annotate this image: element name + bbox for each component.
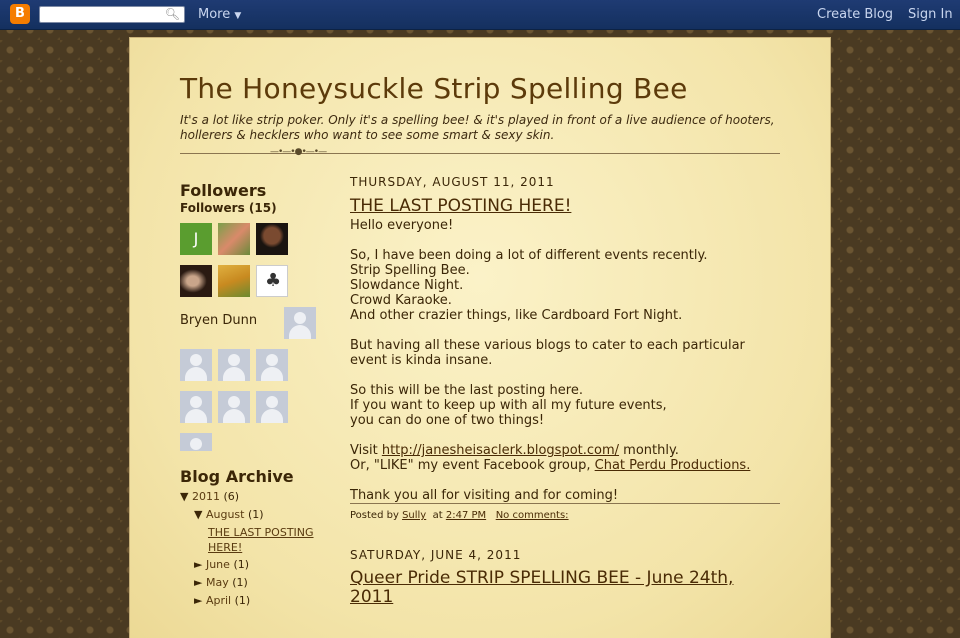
archive-year-count: (6) <box>223 490 240 503</box>
at-label: at <box>432 510 443 521</box>
author-link[interactable]: Sully <box>402 510 426 521</box>
acorn-icon: ♣ <box>265 270 282 291</box>
follower-avatar[interactable] <box>218 223 250 255</box>
follower-avatar[interactable] <box>256 391 288 423</box>
followers-heading: Followers <box>180 181 267 200</box>
follower-avatar[interactable] <box>256 349 288 381</box>
post-visit-line: Visit http://janesheisaclerk.blogspot.co… <box>350 443 780 458</box>
toggle-open-icon[interactable]: ▼ <box>194 508 202 521</box>
post-title-link[interactable]: THE LAST POSTING HERE! <box>350 196 780 216</box>
blog-outer-wrapper: The Honeysuckle Strip Spelling Bee It's … <box>130 38 830 638</box>
follower-broken-image[interactable]: Bryen Dunn <box>180 313 257 328</box>
archive-year-2011[interactable]: ▼ 2011 (6) <box>180 490 239 503</box>
sign-in-link[interactable]: Sign In <box>908 7 953 22</box>
post-text: And other crazier things, like Cardboard… <box>350 308 683 323</box>
post-text: But having all these various blogs to ca… <box>350 338 745 368</box>
follower-avatar[interactable] <box>284 307 316 339</box>
post-time-link[interactable]: 2:47 PM <box>446 510 486 521</box>
archive-month-june[interactable]: ► June (1) <box>194 558 249 571</box>
post-date-header: THURSDAY, AUGUST 11, 2011 <box>350 175 555 189</box>
create-blog-link[interactable]: Create Blog <box>817 7 893 22</box>
toggle-open-icon[interactable]: ▼ <box>180 490 188 503</box>
archive-month-link[interactable]: June <box>206 558 230 571</box>
post-title-link[interactable]: Queer Pride STRIP SPELLING BEE - June 24… <box>350 569 780 607</box>
post-body: Hello everyone! So, I have been doing a … <box>350 218 780 503</box>
external-blog-link[interactable]: http://janesheisaclerk.blogspot.com/ <box>382 443 619 458</box>
sidebar: Followers Followers (15) J ♣ Bryen Dunn … <box>180 181 330 607</box>
archive-month-april[interactable]: ► April (1) <box>194 594 250 607</box>
post-text: Slowdance Night. <box>350 278 464 293</box>
archive-month-count: (1) <box>233 558 250 571</box>
toggle-closed-icon[interactable]: ► <box>194 576 202 589</box>
blog-title[interactable]: The Honeysuckle Strip Spelling Bee <box>180 72 688 105</box>
follower-avatar[interactable] <box>180 349 212 381</box>
post-text: So this will be the last posting here. <box>350 383 583 398</box>
posted-by-label: Posted by <box>350 510 399 521</box>
follower-avatar[interactable]: ♣ <box>256 265 288 297</box>
followers-grid: J ♣ Bryen Dunn <box>180 215 330 475</box>
chevron-down-icon: ▼ <box>234 11 242 21</box>
archive-month-link[interactable]: April <box>206 594 231 607</box>
post-like-line: Or, "LIKE" my event Facebook group, Chat… <box>350 458 780 473</box>
archive-month-count: (1) <box>232 576 248 589</box>
follower-avatar[interactable]: J <box>180 223 212 255</box>
post-text: So, I have been doing a lot of different… <box>350 248 708 263</box>
follower-avatar[interactable] <box>180 433 212 451</box>
post-text: Hello everyone! <box>350 218 454 233</box>
archive-month-august[interactable]: ▼ August (1) <box>194 508 264 521</box>
more-menu-button[interactable]: More ▼ <box>198 7 241 22</box>
archive-month-may[interactable]: ► May (1) <box>194 576 248 589</box>
blog-description: It's a lot like strip poker. Only it's a… <box>180 113 775 142</box>
facebook-group-link[interactable]: Chat Perdu Productions. <box>595 458 751 473</box>
post-text: you can do one of two things! <box>350 413 545 428</box>
post-text: monthly. <box>619 443 679 458</box>
search-input[interactable]: 🔍︎ <box>39 6 185 23</box>
archive-month-link[interactable]: May <box>206 576 229 589</box>
follower-avatar[interactable] <box>218 265 250 297</box>
archive-month-count: (1) <box>247 508 264 521</box>
followers-count: Followers (15) <box>180 201 277 215</box>
post-text: Crowd Karaoke. <box>350 293 452 308</box>
follower-avatar[interactable] <box>180 391 212 423</box>
post-text: Or, "LIKE" my event Facebook group, <box>350 458 595 473</box>
search-icon[interactable]: 🔍︎ <box>165 7 180 22</box>
more-label: More <box>198 7 231 22</box>
archive-year-link[interactable]: 2011 <box>192 490 220 503</box>
follower-avatar[interactable] <box>218 349 250 381</box>
main-posts: THURSDAY, AUGUST 11, 2011 THE LAST POSTI… <box>350 175 780 607</box>
post-text: Visit <box>350 443 382 458</box>
blogger-logo-icon[interactable]: B <box>10 4 30 24</box>
follower-avatar[interactable] <box>218 391 250 423</box>
toggle-closed-icon[interactable]: ► <box>194 594 202 607</box>
post-text: If you want to keep up with all my futur… <box>350 398 667 413</box>
archive-month-count: (1) <box>234 594 251 607</box>
ornament-divider-icon: —•—•●•—•— <box>270 147 327 157</box>
post-text: Thank you all for visiting and for comin… <box>350 488 619 503</box>
follower-avatar[interactable] <box>180 265 212 297</box>
archive-post-link[interactable]: THE LAST POSTING HERE! <box>208 525 323 555</box>
post-text: Strip Spelling Bee. <box>350 263 470 278</box>
toggle-closed-icon[interactable]: ► <box>194 558 202 571</box>
post-footer: Posted by Sully at 2:47 PM No comments: <box>350 503 780 521</box>
follower-avatar[interactable] <box>256 223 288 255</box>
post-date-header: SATURDAY, JUNE 4, 2011 <box>350 548 522 562</box>
archive-heading: Blog Archive <box>180 467 294 486</box>
comments-link[interactable]: No comments: <box>496 510 569 521</box>
blogger-navbar: B 🔍︎ More ▼ Create Blog Sign In <box>0 0 960 30</box>
archive-month-link[interactable]: August <box>206 508 245 521</box>
